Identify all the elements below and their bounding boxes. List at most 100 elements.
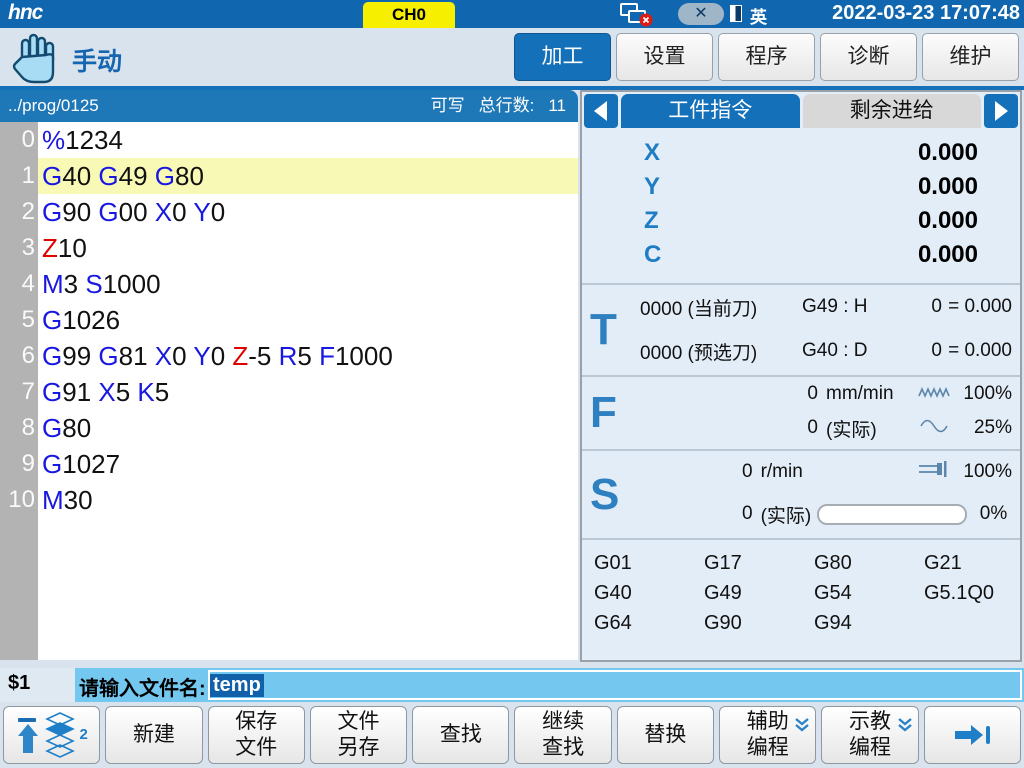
feed-override-icon — [919, 419, 949, 433]
return-layer-button[interactable]: 2 — [3, 706, 100, 764]
hnc-logo: hnc — [8, 1, 42, 25]
find-button[interactable]: 查找 — [412, 706, 509, 764]
find-next-button[interactable]: 继续 查找 — [514, 706, 611, 764]
code-line[interactable]: 6G99 G81 X0 Y0 Z-5 R5 F1000 — [0, 338, 578, 374]
code-line[interactable]: 4M3 S1000 — [0, 266, 578, 302]
code-lines: 0%12341G40 G49 G802G90 G00 X0 Y03Z104M3 … — [0, 122, 578, 518]
modal-gcode: G17 — [704, 548, 814, 578]
h-value: = 0.000 — [942, 296, 1012, 318]
code-text: G80 — [38, 410, 578, 446]
code-text: %1234 — [38, 122, 578, 158]
language-indicator[interactable]: 英 — [750, 3, 767, 28]
button-label: 查找 — [542, 735, 584, 761]
spindle-row-command: 0 r/min 100% — [582, 451, 1020, 493]
code-line[interactable]: 8G80 — [0, 410, 578, 446]
axis-name: Y — [644, 170, 660, 204]
aux-programming-button[interactable]: 辅助 编程 — [719, 706, 816, 764]
button-label: 辅助 — [747, 709, 789, 735]
gcode-grid: G01G17G80G21G40G49G54G5.1Q0G64G90G94 — [594, 548, 1020, 638]
code-line[interactable]: 10M30 — [0, 482, 578, 518]
modal-gcode: G21 — [924, 548, 1020, 578]
modal-gcode: G40 — [594, 578, 704, 608]
cnc-screen: hnc CH0 ✕ 英 2022-03-23 17:07:48 手动 加工 设置 — [0, 0, 1024, 768]
double-chevron-down-icon — [794, 717, 810, 733]
h-index: 0 — [910, 296, 942, 318]
tab-settings[interactable]: 设置 — [616, 33, 713, 81]
feed-actual-value: 0 — [807, 417, 818, 439]
next-menu-button[interactable] — [924, 706, 1021, 764]
save-as-button[interactable]: 文件 另存 — [310, 706, 407, 764]
button-label: 查找 — [440, 722, 482, 748]
feed-actual-label: (实际) — [818, 415, 910, 442]
manual-mode-hand-icon — [10, 31, 60, 85]
prompt-strip: 请输入文件名: temp — [75, 668, 1024, 702]
button-label: 继续 — [542, 709, 584, 735]
save-file-button[interactable]: 保存 文件 — [208, 706, 305, 764]
axis-name: X — [644, 136, 660, 170]
tab-diagnosis[interactable]: 诊断 — [820, 33, 917, 81]
d-value: = 0.000 — [942, 340, 1012, 362]
tab-program[interactable]: 程序 — [718, 33, 815, 81]
axes-readout: X0.000Y0.000Z0.000C0.000 — [582, 136, 1020, 272]
teach-programming-button[interactable]: 示教 编程 — [821, 706, 918, 764]
code-line[interactable]: 3Z10 — [0, 230, 578, 266]
feed-override-pct: 25% — [958, 417, 1012, 439]
axis-value: 0.000 — [660, 170, 978, 204]
alarm-clear-icon[interactable]: ✕ — [678, 3, 724, 25]
line-number: 5 — [0, 302, 38, 338]
feed-section: F 0 mm/min 100% 0 (实际) 25% — [582, 375, 1020, 449]
code-line[interactable]: 2G90 G00 X0 Y0 — [0, 194, 578, 230]
tab-remaining-feed[interactable]: 剩余进给 — [803, 94, 982, 128]
program-editor[interactable]: 0%12341G40 G49 G802G90 G00 X0 Y03Z104M3 … — [0, 122, 578, 660]
feed-row-actual: 0 (实际) 25% — [582, 411, 1020, 445]
modal-gcode — [924, 608, 1020, 638]
h-comp: G49 : H — [802, 296, 910, 318]
line-number: 2 — [0, 194, 38, 230]
tab-workpiece-command[interactable]: 工件指令 — [621, 94, 800, 128]
code-line[interactable]: 1G40 G49 G80 — [0, 158, 578, 194]
code-line[interactable]: 7G91 X5 K5 — [0, 374, 578, 410]
rapid-override-pct: 100% — [958, 383, 1012, 405]
next-view-button[interactable] — [984, 94, 1018, 128]
layers-icon — [45, 712, 75, 758]
total-lines-label: 总行数: — [479, 90, 535, 122]
line-number: 9 — [0, 446, 38, 482]
line-number: 8 — [0, 410, 38, 446]
code-text: G99 G81 X0 Y0 Z-5 R5 F1000 — [38, 338, 578, 374]
tab-machining[interactable]: 加工 — [514, 33, 611, 81]
code-line[interactable]: 9G1027 — [0, 446, 578, 482]
button-label: 新建 — [133, 722, 175, 748]
editor-header: ../prog/0125 可写 总行数: 11 — [0, 90, 578, 122]
feed-unit: mm/min — [818, 383, 910, 405]
new-file-button[interactable]: 新建 — [105, 706, 202, 764]
network-error-icon — [620, 3, 654, 27]
current-tool: 0000 (当前刀) — [640, 294, 802, 321]
tab-maintenance[interactable]: 维护 — [922, 33, 1019, 81]
ime-icon — [730, 5, 742, 22]
top-status-bar: hnc CH0 ✕ 英 2022-03-23 17:07:48 — [0, 0, 1024, 28]
code-text: G1027 — [38, 446, 578, 482]
tool-row-current: 0000 (当前刀) G49 : H 0 = 0.000 — [582, 285, 1020, 329]
main-tabs: 加工 设置 程序 诊断 维护 — [514, 33, 1019, 81]
replace-button[interactable]: 替换 — [617, 706, 714, 764]
prev-view-button[interactable] — [584, 94, 618, 128]
spindle-row-actual: 0 (实际) 0% — [582, 493, 1020, 535]
status-tabs: 工件指令 剩余进给 — [584, 94, 1018, 128]
code-line[interactable]: 5G1026 — [0, 302, 578, 338]
channel-badge: CH0 — [363, 2, 455, 28]
spindle-load-pct: 0% — [967, 503, 1007, 525]
filename-input[interactable]: temp — [208, 670, 1022, 700]
button-label: 编程 — [747, 735, 789, 761]
code-text: Z10 — [38, 230, 578, 266]
code-text: G90 G00 X0 Y0 — [38, 194, 578, 230]
button-label: 文件 — [235, 735, 277, 761]
spindle-load-bar — [817, 504, 967, 525]
button-label: 保存 — [235, 709, 277, 735]
button-label: 编程 — [849, 735, 891, 761]
line-number: 1 — [0, 158, 38, 194]
code-line[interactable]: 0%1234 — [0, 122, 578, 158]
filename-prompt: 请输入文件名: — [79, 672, 206, 701]
d-index: 0 — [910, 340, 942, 362]
arrow-to-end-icon — [951, 722, 993, 748]
axis-row-z: Z0.000 — [582, 204, 1020, 238]
